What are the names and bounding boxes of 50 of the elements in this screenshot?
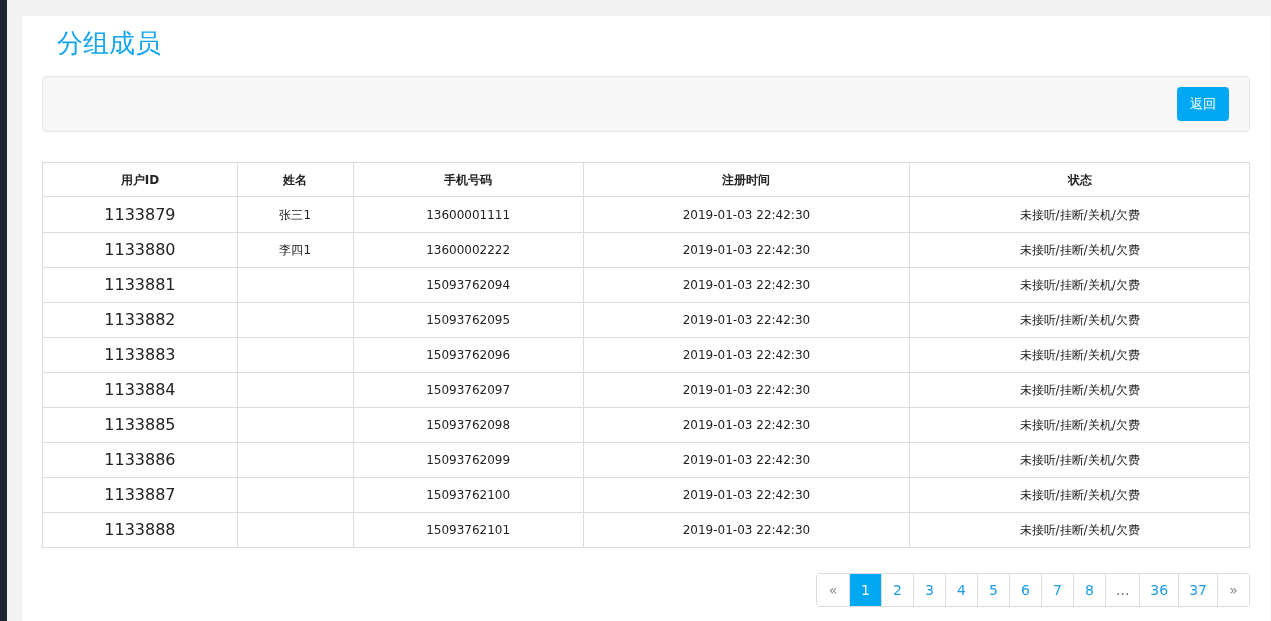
phone-cell: 13600001111 — [352, 197, 583, 232]
phone-cell: 15093762097 — [352, 373, 583, 407]
user-id-cell-text: 1133883 — [103, 344, 177, 366]
phone-cell: 15093762101 — [352, 513, 583, 547]
status-cell: 未接听/挂断/关机/欠费 — [909, 233, 1249, 267]
phone-cell: 15093762099 — [352, 443, 583, 477]
phone-cell: 15093762098 — [352, 408, 583, 442]
name-cell: 张三1 — [236, 197, 353, 232]
date-cell: 2019-01-03 22:42:30 — [582, 513, 910, 547]
column-header: 手机号码 — [352, 163, 583, 196]
date-cell: 2019-01-03 22:42:30 — [582, 303, 910, 337]
page-link[interactable]: 1 — [849, 574, 881, 606]
date-cell: 2019-01-03 22:42:30 — [582, 478, 910, 512]
date-cell: 2019-01-03 22:42:30 — [582, 268, 910, 302]
phone-cell: 15093762095 — [352, 303, 583, 337]
phone-cell: 13600002222 — [352, 233, 583, 267]
user-id-cell-text: 1133886 — [103, 449, 177, 471]
user-id-cell-text: 1133880 — [103, 239, 177, 261]
column-header: 状态 — [909, 163, 1249, 196]
date-cell: 2019-01-03 22:42:30 — [582, 373, 910, 407]
status-cell: 未接听/挂断/关机/欠费 — [909, 268, 1249, 302]
phone-cell: 15093762094 — [352, 268, 583, 302]
name-cell: 李四1 — [236, 233, 353, 267]
user-id-cell-text: 1133884 — [103, 379, 177, 401]
date-cell: 2019-01-03 22:42:30 — [582, 233, 910, 267]
status-cell: 未接听/挂断/关机/欠费 — [909, 373, 1249, 407]
column-header: 姓名 — [236, 163, 353, 196]
column-header: 用户ID — [119, 171, 161, 189]
user-id-cell-text: 1133888 — [103, 519, 177, 541]
column-header: 注册时间 — [582, 163, 910, 196]
date-cell: 2019-01-03 22:42:30 — [582, 197, 910, 232]
date-cell: 2019-01-03 22:42:30 — [582, 338, 910, 372]
phone-cell: 15093762100 — [352, 478, 583, 512]
back-button[interactable]: 返回 — [1177, 87, 1229, 121]
status-cell: 未接听/挂断/关机/欠费 — [909, 478, 1249, 512]
page-title: 分组成员 — [57, 27, 161, 60]
status-cell: 未接听/挂断/关机/欠费 — [909, 408, 1249, 442]
status-cell: 未接听/挂断/关机/欠费 — [909, 443, 1249, 477]
status-cell: 未接听/挂断/关机/欠费 — [909, 303, 1249, 337]
user-id-cell-text: 1133885 — [103, 414, 177, 436]
status-cell: 未接听/挂断/关机/欠费 — [909, 338, 1249, 372]
date-cell: 2019-01-03 22:42:30 — [582, 443, 910, 477]
status-cell: 未接听/挂断/关机/欠费 — [909, 197, 1249, 232]
user-id-cell-text: 1133881 — [103, 274, 177, 296]
user-id-cell-text: 1133879 — [103, 203, 177, 226]
phone-cell: 15093762096 — [352, 338, 583, 372]
date-cell: 2019-01-03 22:42:30 — [582, 408, 910, 442]
status-cell: 未接听/挂断/关机/欠费 — [909, 513, 1249, 547]
user-id-cell-text: 1133887 — [103, 484, 177, 506]
user-id-cell-text: 1133882 — [103, 309, 177, 331]
